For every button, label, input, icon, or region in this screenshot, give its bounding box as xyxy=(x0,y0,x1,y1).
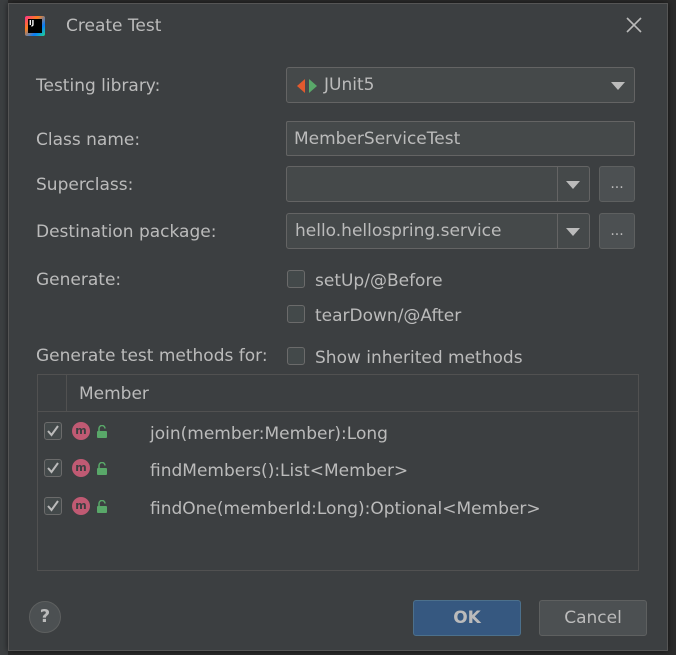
method-name: findMembers():List<Member> xyxy=(150,461,409,481)
class-name-value: MemberServiceTest xyxy=(294,128,461,149)
checkmark-icon xyxy=(47,425,59,437)
create-test-dialog: IJ Create Test Testing library: JUnit5 C… xyxy=(8,3,668,651)
setup-checkbox[interactable] xyxy=(287,270,305,288)
superclass-browse-button[interactable]: ... xyxy=(599,166,635,202)
destination-package-label: Destination package: xyxy=(36,222,217,242)
table-row[interactable]: m join(member:Member):Long xyxy=(38,415,638,453)
close-button[interactable] xyxy=(621,12,647,38)
chevron-down-icon xyxy=(566,181,580,189)
method-name: findOne(memberId:Long):Optional<Member> xyxy=(150,499,541,519)
background-gutter xyxy=(0,0,8,655)
ok-button[interactable]: OK xyxy=(413,600,521,636)
teardown-label: tearDown/@After xyxy=(315,306,462,326)
header-divider xyxy=(66,375,67,411)
methods-table: Member m join(member:Member):Long m find… xyxy=(37,374,639,571)
intellij-icon: IJ xyxy=(25,16,45,36)
close-icon xyxy=(626,17,642,33)
intellij-icon-glyph: IJ xyxy=(28,19,42,33)
method-name: join(member:Member):Long xyxy=(150,424,388,444)
dialog-title: Create Test xyxy=(66,16,162,36)
checkmark-icon xyxy=(47,462,59,474)
method-icon: m xyxy=(72,422,90,440)
method-icon: m xyxy=(72,459,90,477)
cancel-button[interactable]: Cancel xyxy=(539,600,647,636)
superclass-combo[interactable] xyxy=(286,166,590,202)
combo-divider xyxy=(557,214,558,248)
method-icon: m xyxy=(72,497,90,515)
testing-library-select[interactable]: JUnit5 xyxy=(286,67,635,103)
table-row[interactable]: m findMembers():List<Member> xyxy=(38,451,638,489)
table-row[interactable]: m findOne(memberId:Long):Optional<Member… xyxy=(38,488,638,526)
junit-icon xyxy=(297,79,317,93)
member-column-header[interactable]: Member xyxy=(79,384,149,404)
title-bar: IJ Create Test xyxy=(9,4,667,48)
destination-package-combo[interactable]: hello.hellospring.service xyxy=(286,213,590,249)
destination-package-value: hello.hellospring.service xyxy=(295,221,502,241)
generate-label: Generate: xyxy=(36,270,122,290)
method-checkbox[interactable] xyxy=(44,422,62,440)
testing-library-value: JUnit5 xyxy=(324,75,375,95)
method-checkbox[interactable] xyxy=(44,497,62,515)
table-header: Member xyxy=(38,375,638,412)
checkmark-icon xyxy=(47,500,59,512)
testing-library-label: Testing library: xyxy=(36,76,161,96)
teardown-checkbox[interactable] xyxy=(287,305,305,323)
class-name-field[interactable]: MemberServiceTest xyxy=(286,121,635,156)
destination-package-browse-button[interactable]: ... xyxy=(599,213,635,249)
superclass-label: Superclass: xyxy=(36,175,134,195)
generate-methods-label: Generate test methods for: xyxy=(36,346,268,366)
public-lock-icon xyxy=(97,500,107,513)
public-lock-icon xyxy=(97,462,107,475)
class-name-label: Class name: xyxy=(36,130,141,150)
show-inherited-checkbox[interactable] xyxy=(287,347,305,365)
show-inherited-label: Show inherited methods xyxy=(315,348,523,368)
method-checkbox[interactable] xyxy=(44,459,62,477)
setup-label: setUp/@Before xyxy=(315,271,443,291)
chevron-down-icon xyxy=(566,228,580,236)
public-lock-icon xyxy=(97,425,107,438)
help-button[interactable]: ? xyxy=(29,601,61,633)
combo-divider xyxy=(557,167,558,201)
chevron-down-icon xyxy=(611,82,625,90)
